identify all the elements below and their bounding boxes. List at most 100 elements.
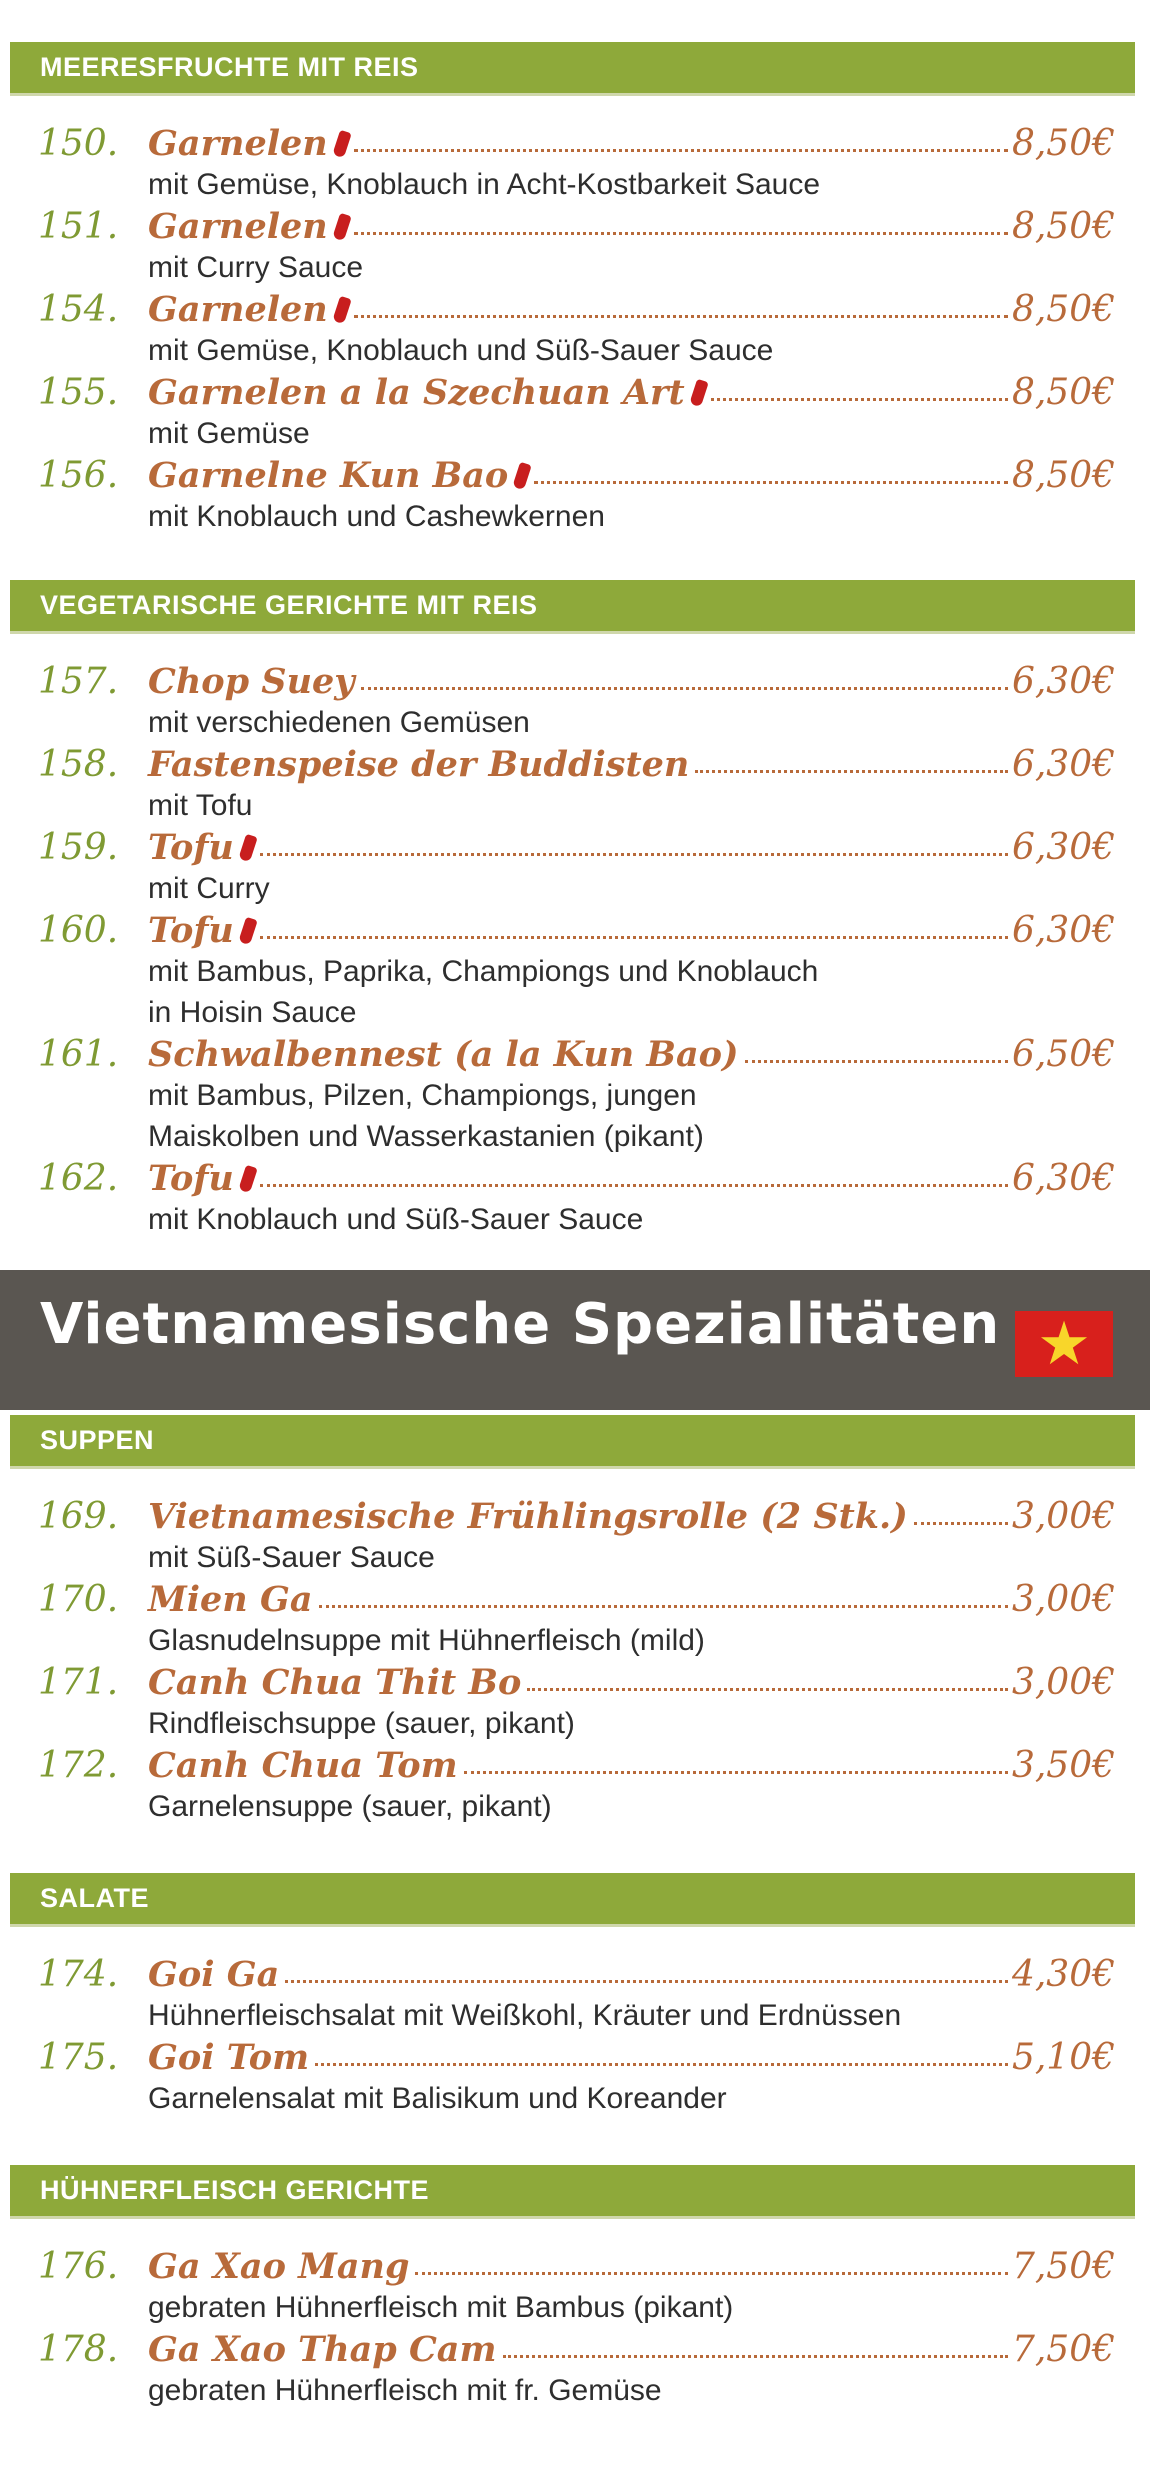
section-title: MEERESFRUCHTE MIT REIS xyxy=(10,42,1135,96)
menu-page: MEERESFRUCHTE MIT REIS 150. Garnelen 8,50€… xyxy=(0,0,1150,2484)
item-name-wrap: Mien Ga xyxy=(138,1579,313,1620)
item-list: 157. Chop Suey 6,30€ mit verschiedenen Gemü… xyxy=(10,634,1135,1236)
section-title: SALATE xyxy=(10,1873,1135,1927)
item-name: Canh Chua Tom xyxy=(148,1745,458,1786)
menu-item: 169. Vietnamesische Frühlingsrolle (2 Stk… xyxy=(10,1485,1135,1574)
item-name-wrap: Garnelen a la Szechuan Art xyxy=(138,372,709,413)
description-line: Garnelensalat mit Balisikum und Koreande… xyxy=(148,2082,727,2115)
item-name-wrap: Garnelen xyxy=(138,123,352,164)
dot-leader xyxy=(710,398,1008,401)
item-price: 3,00€ xyxy=(1011,1579,1115,1620)
item-number: 172. xyxy=(38,1745,119,1786)
item-name: Garnelen xyxy=(148,206,328,247)
item-name: Garnelen xyxy=(148,289,328,330)
item-name: Chop Suey xyxy=(148,661,355,702)
chili-icon xyxy=(332,212,352,241)
item-number: 159. xyxy=(38,827,119,868)
item-name: Canh Chua Thit Bo xyxy=(148,1662,522,1703)
item-name-wrap: Fastenspeise der Buddisten xyxy=(138,744,689,785)
menu-item: 157. Chop Suey 6,30€ mit verschiedenen Gemü… xyxy=(10,650,1135,739)
menu-item-row: 172. Canh Chua Tom 3,50€ xyxy=(38,1734,1115,1786)
item-name-wrap: Garnelen xyxy=(138,289,352,330)
item-name: Schwalbennest (a la Kun Bao) xyxy=(148,1034,739,1075)
menu-item-row: 176. Ga Xao Mang 7,50€ xyxy=(38,2235,1115,2287)
menu-item-row: 178. Ga Xao Thap Cam 7,50€ xyxy=(38,2318,1115,2370)
item-name: Garnelen a la Szechuan Art xyxy=(148,372,685,413)
menu-item-row: 155. Garnelen a la Szechuan Art 8,50€ xyxy=(38,361,1115,413)
item-name-wrap: Garnelne Kun Bao xyxy=(138,455,532,496)
dot-leader xyxy=(259,853,1008,856)
section-title: VEGETARISCHE GERICHTE MIT REIS xyxy=(10,580,1135,634)
item-name-wrap: Tofu xyxy=(138,827,258,868)
item-description: Garnelensalat mit Balisikum und Koreande… xyxy=(148,2078,1115,2119)
item-name: Garnelen xyxy=(148,123,328,164)
menu-item: 159. Tofu 6,30€ mit Curry xyxy=(10,816,1135,905)
item-price: 7,50€ xyxy=(1011,2329,1115,2370)
item-number: 155. xyxy=(38,372,119,413)
item-price: 8,50€ xyxy=(1011,123,1115,164)
dot-leader xyxy=(360,687,1008,690)
menu-item: 171. Canh Chua Thit Bo 3,00€ Rindfleischsup… xyxy=(10,1651,1135,1740)
item-name: Ga Xao Mang xyxy=(148,2246,410,2287)
dot-leader xyxy=(502,2355,1008,2358)
item-price: 6,30€ xyxy=(1011,661,1115,702)
item-description: gebraten Hühnerfleisch mit fr. Gemüse xyxy=(148,2370,1115,2411)
item-number: 157. xyxy=(38,661,119,702)
dot-leader xyxy=(744,1060,1008,1063)
menu-item: 174. Goi Ga 4,30€ Hühnerfleischsalat mit We… xyxy=(10,1943,1135,2032)
item-description: mit Knoblauch und Cashewkernen xyxy=(148,496,1115,537)
chili-icon xyxy=(688,378,709,407)
dot-leader xyxy=(463,1771,1008,1774)
menu-item: 176. Ga Xao Mang 7,50€ gebraten Hühnerfleis… xyxy=(10,2235,1135,2324)
menu-item-row: 154. Garnelen 8,50€ xyxy=(38,278,1115,330)
item-price: 8,50€ xyxy=(1011,289,1115,330)
chili-icon xyxy=(332,129,352,158)
item-name-wrap: Garnelen xyxy=(138,206,352,247)
menu-item: 150. Garnelen 8,50€ mit Gemüse, Knoblauch i… xyxy=(10,112,1135,201)
chili-icon xyxy=(238,833,258,862)
description-line: Garnelensuppe (sauer, pikant) xyxy=(148,1790,552,1823)
item-price: 5,10€ xyxy=(1011,2037,1115,2078)
dot-leader xyxy=(315,2063,1008,2066)
item-number: 178. xyxy=(38,2329,119,2370)
menu-item: 170. Mien Ga 3,00€ Glasnudelnsuppe mit Hühn… xyxy=(10,1568,1135,1657)
menu-item-row: 158. Fastenspeise der Buddisten 6,30€ xyxy=(38,733,1115,785)
item-number: 171. xyxy=(38,1662,119,1703)
menu-item-row: 171. Canh Chua Thit Bo 3,00€ xyxy=(38,1651,1115,1703)
chili-icon xyxy=(512,461,532,490)
item-list: 176. Ga Xao Mang 7,50€ gebraten Hühnerfleis… xyxy=(10,2219,1135,2407)
section-title: SUPPEN xyxy=(10,1415,1135,1469)
item-name-wrap: Ga Xao Mang xyxy=(138,2246,409,2287)
menu-item: 156. Garnelne Kun Bao 8,50€ mit Knoblauch u… xyxy=(10,444,1135,533)
item-price: 7,50€ xyxy=(1011,2246,1115,2287)
section-title: HÜHNERFLEISCH GERICHTE xyxy=(10,2165,1135,2219)
chili-icon xyxy=(332,295,352,324)
vietnam-banner: Vietnamesische Spezialitäten ★ xyxy=(0,1270,1150,1410)
section-salate: SALATE 174. Goi Ga 4,30€ Hühnerfleischsalat… xyxy=(10,1873,1135,2143)
menu-item-row: 157. Chop Suey 6,30€ xyxy=(38,650,1115,702)
menu-item-row: 160. Tofu 6,30€ xyxy=(38,899,1115,951)
menu-item: 161. Schwalbennest (a la Kun Bao) 6,50€ mit… xyxy=(10,1023,1135,1153)
item-number: 176. xyxy=(38,2246,119,2287)
menu-item-row: 150. Garnelen 8,50€ xyxy=(38,112,1115,164)
dot-leader xyxy=(534,481,1008,484)
item-name: Mien Ga xyxy=(148,1579,313,1620)
section-meeresfruchte: MEERESFRUCHTE MIT REIS 150. Garnelen 8,50€… xyxy=(10,42,1135,562)
item-price: 4,30€ xyxy=(1011,1954,1115,1995)
item-name-wrap: Schwalbennest (a la Kun Bao) xyxy=(138,1034,739,1075)
section-suppen: SUPPEN 169. Vietnamesische Frühlingsrolle… xyxy=(10,1415,1135,1860)
item-number: 174. xyxy=(38,1954,119,1995)
item-price: 6,30€ xyxy=(1011,910,1115,951)
item-name: Goi Ga xyxy=(148,1954,280,1995)
description-line: mit Bambus, Pilzen, Championgs, jungen xyxy=(148,1079,697,1112)
item-name-wrap: Vietnamesische Frühlingsrolle (2 Stk.) xyxy=(138,1496,908,1537)
dot-leader xyxy=(353,232,1008,235)
menu-item: 178. Ga Xao Thap Cam 7,50€ gebraten Hühnerf… xyxy=(10,2318,1135,2407)
item-number: 158. xyxy=(38,744,119,785)
description-line: mit Knoblauch und Süß-Sauer Sauce xyxy=(148,1203,644,1236)
item-name-wrap: Ga Xao Thap Cam xyxy=(138,2329,497,2370)
item-description: mit Bambus, Paprika, Championgs und Knob… xyxy=(148,951,1115,1033)
item-number: 175. xyxy=(38,2037,119,2078)
item-description: mit Bambus, Pilzen, Championgs, jungen Ma… xyxy=(148,1075,1115,1157)
item-price: 6,30€ xyxy=(1011,827,1115,868)
